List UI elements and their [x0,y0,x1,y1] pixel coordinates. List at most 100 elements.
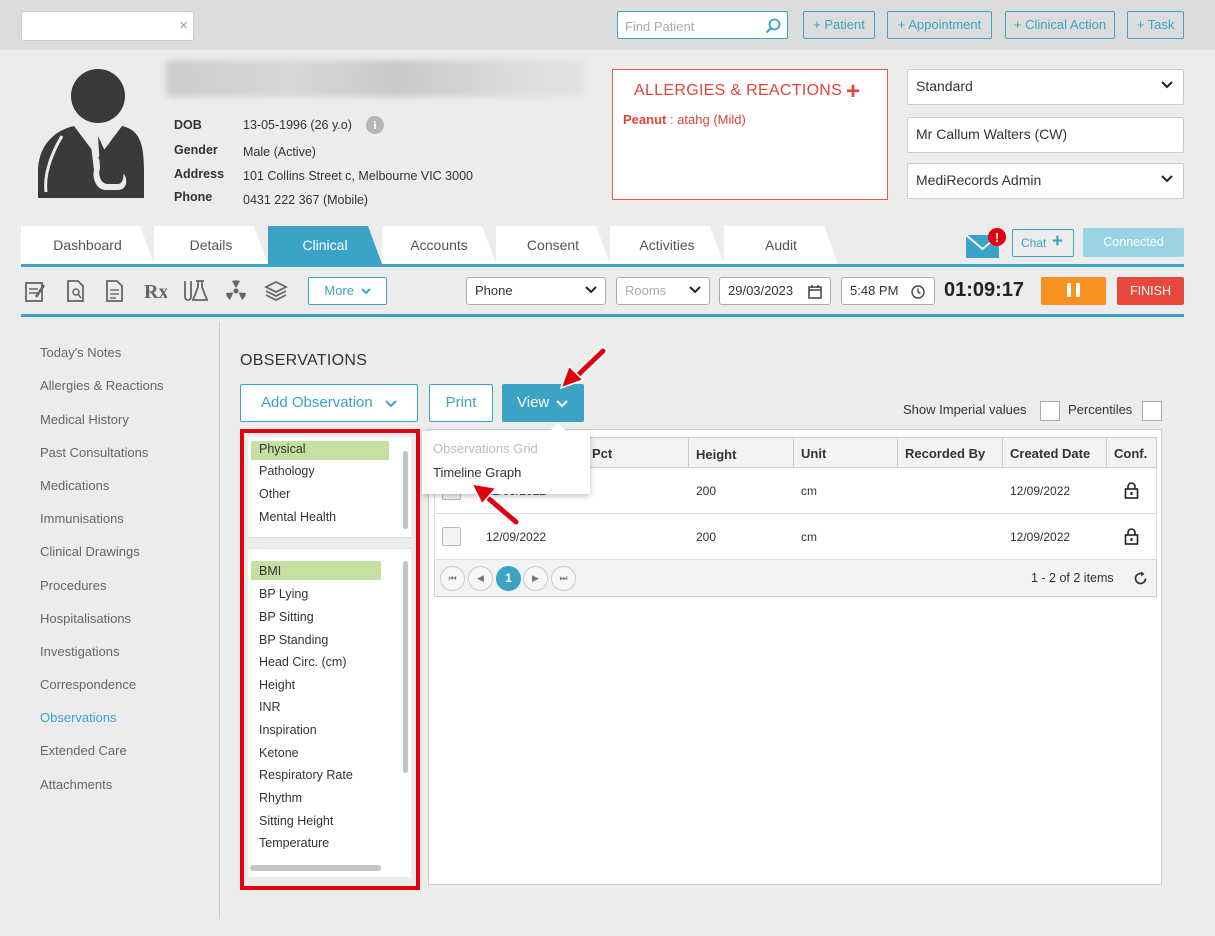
tab-underline [21,264,1184,267]
finish-button[interactable]: FINISH [1117,277,1184,305]
tab-clinical[interactable]: Clinical [268,226,382,264]
menu-item-observations-grid[interactable]: Observations Grid [433,441,538,456]
find-patient-input[interactable] [625,17,765,35]
sidebar-item-past-consultations[interactable]: Past Consultations [40,445,148,460]
patient-name-redacted [166,60,586,97]
address-label: Address [174,167,225,181]
search-icon[interactable] [765,18,781,34]
first-page-button[interactable]: ⏮ [440,566,465,591]
row-height: 200 [696,484,717,498]
next-page-button[interactable]: ▶ [523,566,548,591]
chevron-down-icon [556,400,568,408]
chevron-down-icon [385,400,397,408]
sidebar-divider [219,322,220,919]
tab-dashboard[interactable]: Dashboard [21,226,154,264]
radiology-icon[interactable] [224,279,248,303]
role-select-value: MediRecords Admin [916,172,1042,188]
col-conf[interactable]: Conf. [1114,446,1147,461]
allergies-panel: ALLERGIES & REACTIONS + Peanut : atahg (… [612,69,888,200]
sidebar-item-clinical-drawings[interactable]: Clinical Drawings [40,544,140,559]
sidebar-item-attachments[interactable]: Attachments [40,777,112,792]
row-checkbox[interactable] [442,527,461,546]
sidebar-item-immunisations[interactable]: Immunisations [40,511,124,526]
add-appointment-button[interactable]: + Appointment [887,11,992,39]
col-recorded-by[interactable]: Recorded By [905,446,985,461]
add-task-button[interactable]: + Task [1127,11,1184,39]
tab-audit[interactable]: Audit [724,226,838,264]
role-select[interactable]: MediRecords Admin [907,163,1184,199]
tab-details[interactable]: Details [154,226,268,264]
add-clinical-action-button[interactable]: + Clinical Action [1005,11,1115,39]
print-button[interactable]: Print [429,384,493,422]
more-button[interactable]: More [308,277,387,305]
phone-label: Phone [174,190,213,204]
allergy-item[interactable]: Peanut : atahg (Mild) [623,112,746,127]
report-icon[interactable] [105,279,125,303]
template-select[interactable]: Standard [907,69,1184,105]
sidebar-item-investigations[interactable]: Investigations [40,644,120,659]
pause-icon [1067,283,1071,297]
clock-icon[interactable] [911,285,925,299]
mail-icon[interactable]: ! [965,227,1009,261]
sidebar-item-observations[interactable]: Observations [40,710,117,725]
last-page-button[interactable]: ⏭ [551,566,576,591]
sidebar-item-extended-care[interactable]: Extended Care [40,743,127,758]
tab-accounts[interactable]: Accounts [382,226,496,264]
row-created: 12/09/2022 [1010,530,1071,544]
date-value: 29/03/2023 [728,283,794,298]
time-field[interactable]: 5:48 PM [841,277,935,305]
document-icon[interactable] [66,279,86,303]
prev-page-button[interactable]: ◀ [468,566,493,591]
col-height[interactable]: Height [696,447,736,462]
col-unit[interactable]: Unit [801,446,826,461]
tab-search-field[interactable]: × [21,11,194,41]
find-patient-field[interactable] [617,11,788,39]
chevron-down-icon [360,288,371,295]
page-1-button[interactable]: 1 [496,566,521,591]
layers-icon[interactable] [264,279,288,303]
show-imperial-label: Show Imperial values [903,402,1027,417]
sidebar-item-medications[interactable]: Medications [40,478,109,493]
percentiles-checkbox[interactable] [1142,401,1162,421]
time-value: 5:48 PM [850,283,899,298]
rooms-select[interactable]: Rooms [616,277,710,305]
sidebar-item-procedures[interactable]: Procedures [40,578,106,593]
lock-icon[interactable] [1124,528,1139,545]
prescription-icon[interactable]: Rx [143,279,167,303]
chevron-down-icon [689,286,701,294]
date-field[interactable]: 29/03/2023 [719,277,831,305]
add-patient-button[interactable]: + Patient [803,11,875,39]
sidebar-item-correspondence[interactable]: Correspondence [40,677,136,692]
pathology-icon[interactable] [182,279,210,303]
sidebar-item-hospitalisations[interactable]: Hospitalisations [40,611,131,626]
rooms-placeholder: Rooms [625,283,667,298]
refresh-icon[interactable] [1133,571,1148,586]
add-allergy-icon[interactable]: + [846,78,860,106]
notes-icon[interactable] [24,279,46,303]
col-pct[interactable]: Pct [592,446,612,461]
info-icon[interactable]: i [366,116,384,134]
show-imperial-checkbox[interactable] [1040,401,1060,421]
plus-icon: + [1051,231,1063,252]
address-value: 101 Collins Street c, Melbourne VIC 3000 [243,169,473,183]
add-observation-button[interactable]: Add Observation [240,384,418,422]
view-label: View [517,394,550,411]
practitioner-value: Mr Callum Walters (CW) [916,126,1068,142]
sidebar-item-todays-notes[interactable]: Today's Notes [40,345,121,360]
menu-item-timeline-graph[interactable]: Timeline Graph [433,465,521,480]
tab-consent[interactable]: Consent [496,226,610,264]
col-created-date[interactable]: Created Date [1010,446,1090,461]
calendar-icon[interactable] [808,284,822,299]
contact-type-select[interactable]: Phone [466,277,606,305]
pause-button[interactable] [1041,277,1106,305]
contact-type-value: Phone [475,283,513,298]
sidebar-item-allergies[interactable]: Allergies & Reactions [40,378,164,393]
practitioner-field[interactable]: Mr Callum Walters (CW) [907,117,1184,153]
clear-icon[interactable]: × [179,17,188,35]
lock-icon[interactable] [1124,482,1139,499]
chat-button[interactable]: Chat + [1012,229,1074,257]
percentiles-label: Percentiles [1068,402,1133,417]
sidebar-item-medical-history[interactable]: Medical History [40,412,129,427]
tab-activities[interactable]: Activities [610,226,724,264]
allergy-detail: : atahg (Mild) [666,112,746,127]
